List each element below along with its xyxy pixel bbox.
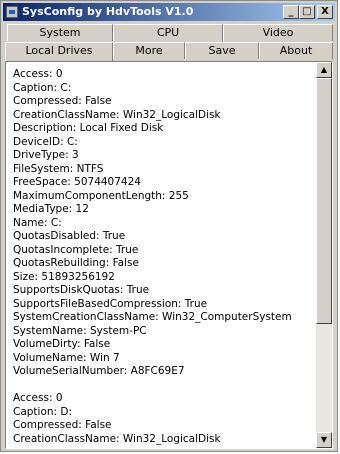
drive-c-compressed: Compressed: False <box>13 95 112 107</box>
tab-local-drives[interactable]: Local Drives <box>5 42 113 61</box>
tab-cpu[interactable]: CPU <box>113 24 223 41</box>
scroll-down-button[interactable]: ▼ <box>316 432 332 448</box>
drive-c-free-space: FreeSpace: 5074407424 <box>13 176 141 188</box>
drive-c-system-name: SystemName: System-PC <box>13 324 147 337</box>
scroll-thumb[interactable] <box>316 78 332 324</box>
drive-d-creation-class-name: CreationClassName: Win32_LogicalDisk <box>13 432 221 445</box>
app-icon <box>6 6 18 18</box>
drive-c-device-id: DeviceID: C: <box>13 135 78 148</box>
drive-c-max-component-length: MaximumComponentLength: 255 <box>13 189 189 202</box>
drive-d-compressed: Compressed: False <box>13 419 112 431</box>
drive-c-name: Name: C: <box>13 216 62 229</box>
title-bar[interactable]: SysConfig by HdvTools V1.0 _ □ X <box>3 3 335 21</box>
minimize-button[interactable]: _ <box>283 5 299 19</box>
tab-about[interactable]: About <box>259 42 333 59</box>
drive-c-supports-file-compression: SupportsFileBasedCompression: True <box>13 297 208 310</box>
drive-c-description: Description: Local Fixed Disk <box>13 122 164 134</box>
drive-d-caption: Caption: D: <box>13 405 73 418</box>
drive-d-access: Access: 0 <box>13 392 63 404</box>
drive-c-quotas-rebuilding: QuotasRebuilding: False <box>13 257 139 269</box>
drive-separator <box>13 379 312 393</box>
drive-c-creation-class-name: CreationClassName: Win32_LogicalDisk <box>13 108 221 121</box>
drive-c-quotas-incomplete: QuotasIncomplete: True <box>13 243 139 256</box>
drive-c-supports-disk-quotas: SupportsDiskQuotas: True <box>13 284 150 296</box>
drive-c-volume-name: VolumeName: Win 7 <box>13 351 120 364</box>
drive-c-system-creation-class-name: SystemCreationClassName: Win32_ComputerS… <box>13 311 292 323</box>
drive-c-quotas-disabled: QuotasDisabled: True <box>13 230 126 242</box>
tab-system[interactable]: System <box>7 24 113 41</box>
vertical-scrollbar[interactable]: ▲ ▼ <box>316 62 332 448</box>
drive-c-caption: Caption: C: <box>13 81 72 94</box>
drive-c-drive-type: DriveType: 3 <box>13 149 79 161</box>
app-window: SysConfig by HdvTools V1.0 _ □ X System … <box>0 0 338 452</box>
maximize-button[interactable]: □ <box>299 5 315 19</box>
drive-c-volume-serial-number: VolumeSerialNumber: A8FC69E7 <box>13 365 185 377</box>
tab-video[interactable]: Video <box>223 24 333 41</box>
tab-more[interactable]: More <box>113 42 185 59</box>
tab-strip: System CPU Video Local Drives More Save … <box>3 23 335 61</box>
tab-save[interactable]: Save <box>185 42 259 59</box>
drives-text-box[interactable]: Access: 0 Caption: C: Compressed: False … <box>5 61 333 449</box>
drives-info-text[interactable]: Access: 0 Caption: C: Compressed: False … <box>8 64 312 446</box>
drive-c-file-system: FileSystem: NTFS <box>13 162 104 175</box>
drive-c-volume-dirty: VolumeDirty: False <box>13 338 111 350</box>
close-button[interactable]: X <box>317 5 333 19</box>
window-title: SysConfig by HdvTools V1.0 <box>22 5 194 18</box>
scroll-up-button[interactable]: ▲ <box>316 62 332 78</box>
drive-c-access: Access: 0 <box>13 68 63 80</box>
drive-c-size: Size: 51893256192 <box>13 270 115 283</box>
drive-c-media-type: MediaType: 12 <box>13 203 89 215</box>
